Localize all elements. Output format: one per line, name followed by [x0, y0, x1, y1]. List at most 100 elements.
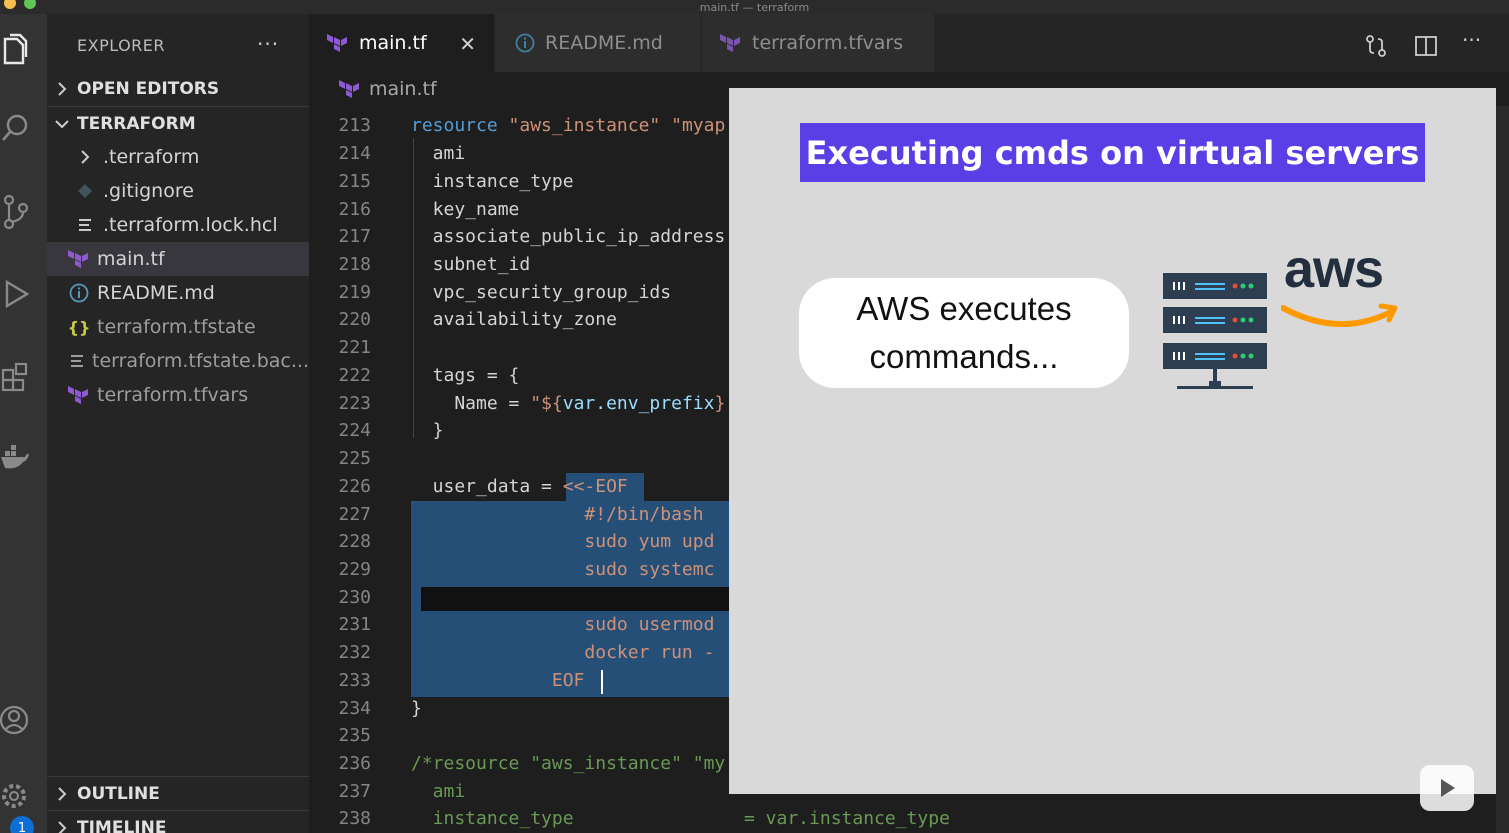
- tree-item-label: main.tf: [97, 248, 165, 270]
- code-line: EOF: [411, 670, 585, 691]
- split-editor-icon[interactable]: [1414, 34, 1438, 58]
- code-line: #!/bin/bash: [411, 504, 704, 525]
- line-number: 220: [338, 309, 371, 330]
- tab-label: terraform.tfvars: [752, 32, 904, 54]
- tree-item-main-tf[interactable]: main.tf: [47, 242, 309, 276]
- docker-icon[interactable]: [0, 440, 30, 476]
- line-number: 213: [338, 115, 371, 136]
- code-line: ami: [411, 143, 466, 164]
- line-number: 216: [338, 199, 371, 220]
- lines-icon: [73, 218, 97, 232]
- line-number: 226: [338, 476, 371, 497]
- code-line: }: [411, 420, 444, 441]
- explorer-icon[interactable]: [0, 32, 30, 68]
- explorer-title: EXPLORER: [77, 36, 165, 55]
- tab-readme[interactable]: README.md: [495, 14, 701, 72]
- outline-section[interactable]: OUTLINE: [47, 776, 309, 810]
- tab-main-tf[interactable]: main.tf ✕: [309, 14, 494, 72]
- editor-tab-bar: main.tf ✕ README.md terraform.tfvars ···: [309, 14, 1509, 72]
- line-number: 225: [338, 448, 371, 469]
- window-title: main.tf — terraform: [699, 1, 810, 14]
- bubble-line-2: commands...: [869, 338, 1059, 375]
- code-line: instance_type: [411, 171, 574, 192]
- code-line: }: [411, 698, 422, 719]
- tree-item-tfvars[interactable]: terraform.tfvars: [47, 378, 309, 412]
- tree-item-label: .terraform: [103, 146, 200, 168]
- explorer-sidebar: EXPLORER ··· OPEN EDITORS TERRAFORM .ter…: [47, 14, 309, 833]
- tree-item-label: .gitignore: [103, 180, 194, 202]
- breadcrumb-file[interactable]: main.tf: [369, 78, 437, 100]
- timeline-section[interactable]: TIMELINE: [47, 810, 309, 833]
- line-number: 237: [338, 781, 371, 802]
- code-line: subnet_id: [411, 254, 531, 275]
- chevron-down-icon: [47, 118, 77, 130]
- line-number: 233: [338, 670, 371, 691]
- code-line: availability_zone: [411, 309, 617, 330]
- chevron-right-icon: [47, 82, 77, 96]
- terraform-icon: [327, 34, 349, 52]
- line-number: 217: [338, 226, 371, 247]
- line-number: 223: [338, 393, 371, 414]
- activity-bar: 1: [0, 14, 47, 833]
- code-line: sudo systemc: [411, 559, 715, 580]
- line-number: 231: [338, 614, 371, 635]
- tree-item-label: .terraform.lock.hcl: [103, 214, 278, 236]
- chevron-right-icon: [47, 786, 77, 801]
- notification-badge: 1: [10, 816, 34, 833]
- tree-item-tfstate-backup[interactable]: terraform.tfstate.bac...: [47, 344, 309, 378]
- outline-label: OUTLINE: [77, 783, 160, 804]
- code-line: resource "aws_instance" "myap: [411, 115, 726, 136]
- tree-item-lock-hcl[interactable]: .terraform.lock.hcl: [47, 208, 309, 242]
- minimap[interactable]: [1496, 106, 1509, 833]
- code-line: Name = "${var.env_prefix}: [411, 393, 726, 414]
- more-actions-icon[interactable]: ···: [257, 32, 279, 56]
- line-number: 236: [338, 753, 371, 774]
- source-control-icon[interactable]: [0, 194, 30, 230]
- tree-item-readme[interactable]: README.md: [47, 276, 309, 310]
- line-number: 222: [338, 365, 371, 386]
- code-line: sudo yum upd: [411, 531, 715, 552]
- code-line: vpc_security_group_ids: [411, 282, 672, 303]
- line-number: 234: [338, 698, 371, 719]
- chevron-right-icon: [73, 150, 97, 164]
- account-icon[interactable]: [0, 702, 30, 738]
- terraform-icon: [67, 250, 91, 268]
- compare-changes-icon[interactable]: [1364, 34, 1388, 58]
- tree-item-tfstate[interactable]: {} terraform.tfstate: [47, 310, 309, 344]
- video-overlay-panel: Executing cmds on virtual servers AWS ex…: [729, 88, 1496, 794]
- terraform-icon: [720, 34, 742, 52]
- braces-icon: {}: [67, 317, 91, 337]
- git-diamond-icon: [73, 184, 97, 198]
- text-cursor: [601, 670, 603, 694]
- run-debug-icon[interactable]: [0, 276, 30, 312]
- code-line: tags = {: [411, 365, 520, 386]
- terraform-folder-section[interactable]: TERRAFORM: [47, 106, 309, 140]
- line-number: 214: [338, 143, 371, 164]
- line-number: 227: [338, 504, 371, 525]
- info-icon: [515, 33, 535, 53]
- close-icon[interactable]: ✕: [459, 32, 476, 56]
- code-line: ami: [411, 781, 466, 802]
- line-number: 238: [338, 808, 371, 829]
- tree-item-gitignore[interactable]: .gitignore: [47, 174, 309, 208]
- terraform-icon: [67, 386, 91, 404]
- more-actions-icon[interactable]: ···: [1462, 28, 1481, 52]
- line-number: 235: [338, 725, 371, 746]
- info-icon: [67, 283, 91, 303]
- settings-gear-icon[interactable]: [0, 778, 30, 814]
- tree-item-dot-terraform[interactable]: .terraform: [47, 140, 309, 174]
- open-editors-section[interactable]: OPEN EDITORS: [47, 72, 309, 106]
- overlay-banner: Executing cmds on virtual servers: [800, 123, 1425, 182]
- search-icon[interactable]: [0, 110, 30, 146]
- code-line: /*resource "aws_instance" "my: [411, 753, 726, 774]
- tree-item-label: README.md: [97, 282, 215, 304]
- line-number: 230: [338, 587, 371, 608]
- tab-tfvars[interactable]: terraform.tfvars: [702, 14, 934, 72]
- code-line: docker run -: [411, 642, 715, 663]
- play-button[interactable]: [1420, 765, 1474, 811]
- code-line: sudo usermod: [411, 614, 715, 635]
- line-number: 224: [338, 420, 371, 441]
- chevron-right-icon: [47, 820, 77, 833]
- aws-smile-icon: [1280, 302, 1401, 338]
- extensions-icon[interactable]: [0, 358, 30, 394]
